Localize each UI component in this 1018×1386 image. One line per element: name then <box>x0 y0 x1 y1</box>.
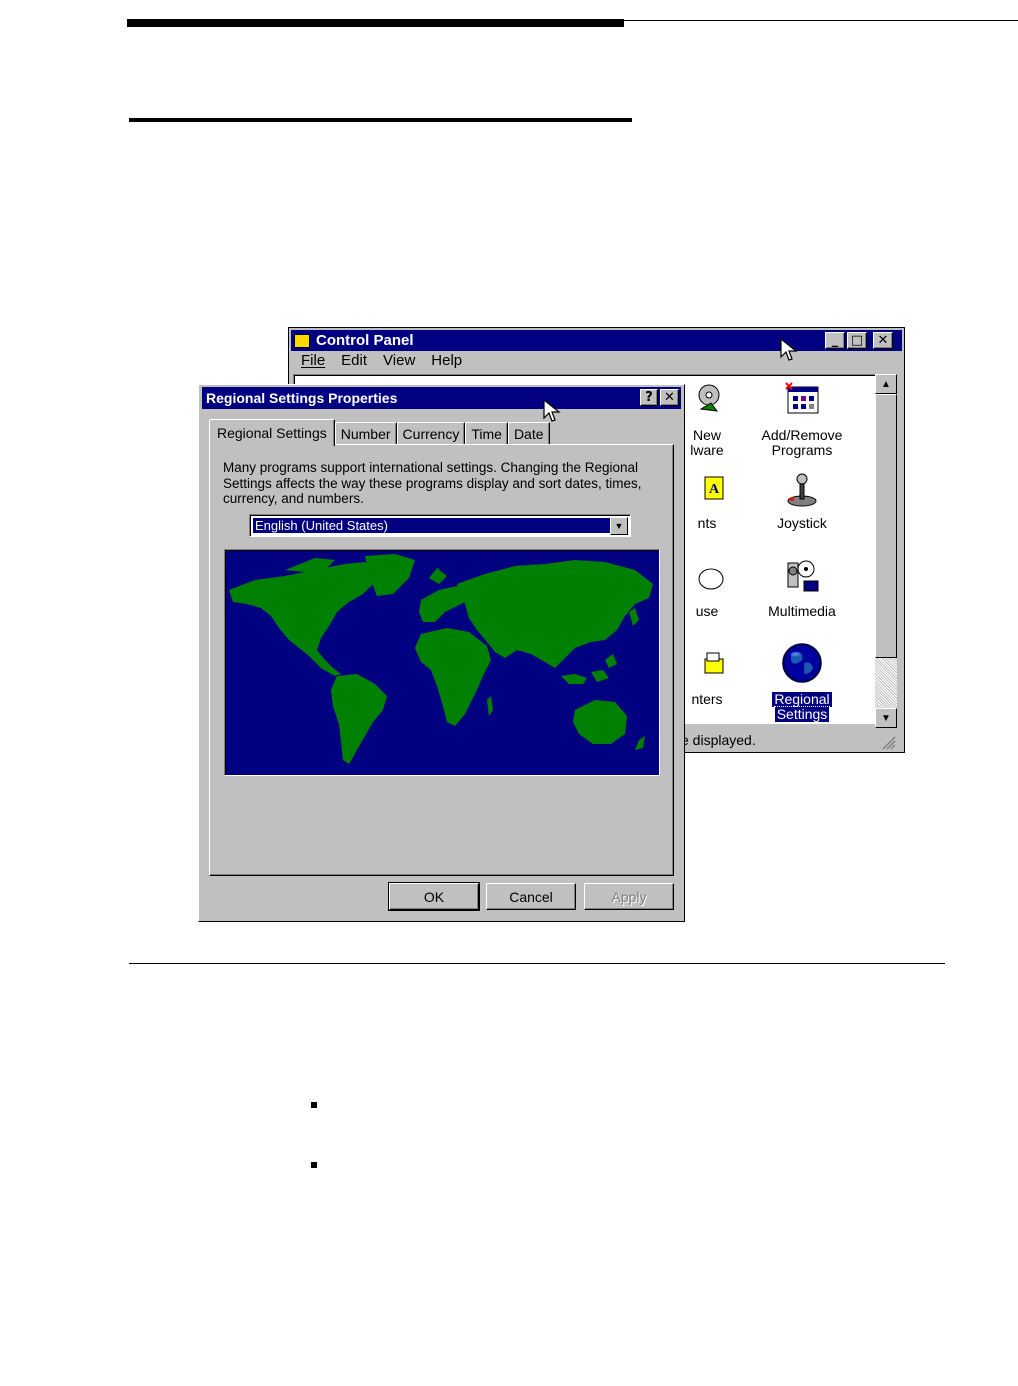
regional-settings-dialog: Regional Settings Properties ? ✕ Regiona… <box>198 384 685 922</box>
tab-regional-settings[interactable]: Regional Settings <box>209 419 335 446</box>
printers-icon <box>704 652 724 674</box>
header-rule-thin <box>624 20 1018 21</box>
cp-item-label-line1: Regional <box>771 691 833 708</box>
add-remove-programs-icon <box>785 382 819 414</box>
tab-date[interactable]: Date <box>507 422 550 445</box>
cp-item-label-line1: Multimedia <box>768 603 836 619</box>
ok-button[interactable]: OK <box>388 882 480 911</box>
regional-settings-titlebar[interactable]: Regional Settings Properties ? ✕ <box>202 387 681 409</box>
up-arrow-icon: ▲ <box>881 378 891 390</box>
cp-item-label-line1: Add/Remove <box>761 427 843 443</box>
multimedia-icon <box>787 560 819 592</box>
chevron-down-icon: ▼ <box>614 521 624 531</box>
menu-edit[interactable]: Edit <box>333 352 375 372</box>
locale-dropdown-button[interactable]: ▼ <box>610 517 628 535</box>
bullet-1 <box>311 1102 317 1108</box>
regional-description: Many programs support international sett… <box>223 460 642 506</box>
scroll-up-button[interactable]: ▲ <box>875 374 897 394</box>
help-button[interactable]: ? <box>640 389 658 406</box>
close-icon: ✕ <box>877 333 889 348</box>
close-icon: ✕ <box>664 390 675 405</box>
down-arrow-icon: ▼ <box>881 712 891 724</box>
scroll-down-button[interactable]: ▼ <box>875 708 897 728</box>
cp-item-joystick[interactable]: Joystick <box>747 469 857 531</box>
world-map-image <box>229 554 653 764</box>
help-icon: ? <box>645 390 653 405</box>
resize-grip-icon[interactable] <box>880 734 896 750</box>
cp-item-label-line1: Joystick <box>777 515 827 531</box>
cp-item-regional-settings[interactable]: Regional Settings <box>747 641 857 723</box>
maximize-button[interactable]: □ <box>847 332 867 349</box>
minimize-icon: _ <box>831 333 839 348</box>
tab-strip: Regional Settings Number Currency Time D… <box>209 417 550 446</box>
tab-currency[interactable]: Currency <box>396 422 466 445</box>
world-map[interactable] <box>224 549 660 776</box>
cp-item-label-line2: Programs <box>771 442 833 458</box>
minimize-button[interactable]: _ <box>825 332 845 349</box>
regional-settings-title: Regional Settings Properties <box>206 390 398 406</box>
control-panel-titlebar[interactable]: Control Panel _ □ ✕ <box>291 330 902 351</box>
control-panel-scrollbar[interactable]: ▲ ▼ <box>875 374 897 728</box>
bullet-2 <box>311 1162 317 1168</box>
tab-number[interactable]: Number <box>334 422 397 445</box>
locale-selected-value: English (United States) <box>253 518 610 533</box>
menu-file[interactable]: File <box>293 352 333 372</box>
mouse-icon <box>698 568 724 590</box>
joystick-icon <box>787 473 817 507</box>
cancel-button[interactable]: Cancel <box>486 883 576 910</box>
status-text: e displayed. <box>681 732 756 748</box>
scroll-thumb[interactable] <box>875 394 897 658</box>
control-panel-app-icon <box>294 333 310 348</box>
menu-view[interactable]: View <box>375 352 423 372</box>
fonts-icon: A <box>704 476 724 500</box>
cp-item-label-line2: Settings <box>773 706 831 723</box>
globe-icon <box>782 643 822 683</box>
apply-button[interactable]: Apply <box>584 883 674 910</box>
close-button[interactable]: ✕ <box>873 332 893 349</box>
control-panel-menubar: File Edit View Help <box>293 352 470 372</box>
cp-item-multimedia[interactable]: Multimedia <box>747 557 857 619</box>
tab-time[interactable]: Time <box>465 422 508 445</box>
menu-help[interactable]: Help <box>423 352 470 372</box>
header-rule-thick <box>127 19 624 27</box>
control-panel-title: Control Panel <box>316 332 414 349</box>
figure-rule <box>129 963 945 964</box>
dialog-close-button[interactable]: ✕ <box>660 389 679 406</box>
section-rule <box>129 118 632 122</box>
maximize-icon: □ <box>850 333 864 348</box>
mouse-pointer-icon <box>780 338 798 361</box>
add-hardware-icon <box>698 384 720 412</box>
svg-text:A: A <box>709 482 720 497</box>
cp-item-add-remove-programs[interactable]: Add/Remove Programs <box>747 381 857 458</box>
locale-select[interactable]: English (United States) ▼ <box>249 514 631 537</box>
mouse-pointer-icon <box>543 399 561 422</box>
